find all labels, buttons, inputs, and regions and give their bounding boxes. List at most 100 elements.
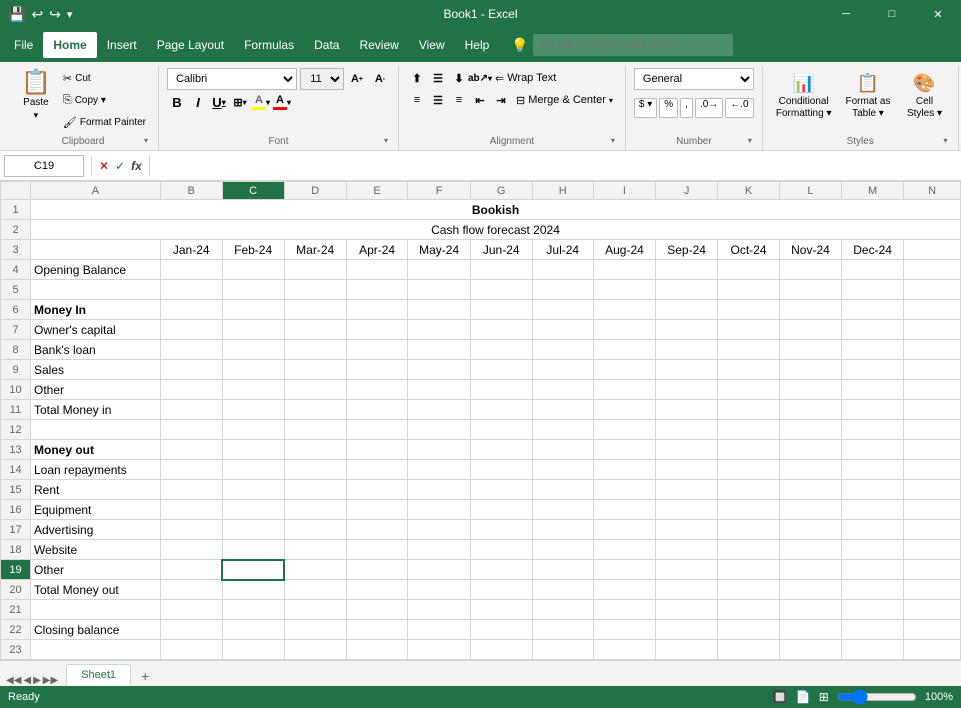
cell-I8[interactable] (593, 340, 655, 360)
insert-function-icon[interactable]: fx (131, 159, 142, 173)
cell-J9[interactable] (656, 360, 718, 380)
confirm-icon[interactable]: ✓ (115, 159, 125, 173)
redo-icon[interactable]: ↪ (49, 6, 61, 23)
cell-K23[interactable] (718, 640, 780, 660)
cell-L12[interactable] (779, 420, 841, 440)
cell-J8[interactable] (656, 340, 718, 360)
cell-E13[interactable] (346, 440, 408, 460)
nav-first-sheet[interactable]: ◀◀ (6, 675, 21, 686)
comma-button[interactable]: , (680, 98, 693, 118)
cell-L18[interactable] (779, 540, 841, 560)
cell-K17[interactable] (718, 520, 780, 540)
cell-K6[interactable] (718, 300, 780, 320)
cell-G22[interactable] (470, 620, 532, 640)
cell-I6[interactable] (593, 300, 655, 320)
cell-B13[interactable] (160, 440, 222, 460)
page-break-icon[interactable]: ⊞ (819, 690, 829, 704)
cell-B4[interactable] (160, 260, 222, 280)
cell-M17[interactable] (842, 520, 904, 540)
cell-J7[interactable] (656, 320, 718, 340)
cell-E17[interactable] (346, 520, 408, 540)
decrease-decimal-button[interactable]: ←.0 (725, 98, 753, 118)
cell-M6[interactable] (842, 300, 904, 320)
cell-M3[interactable]: Dec-24 (842, 240, 904, 260)
cell-N10[interactable] (904, 380, 961, 400)
cell-G13[interactable] (470, 440, 532, 460)
nav-next-sheet[interactable]: ▶ (33, 675, 41, 686)
cell-E20[interactable] (346, 580, 408, 600)
cell-F7[interactable] (408, 320, 470, 340)
cell-L15[interactable] (779, 480, 841, 500)
cell-I21[interactable] (593, 600, 655, 620)
cell-D15[interactable] (284, 480, 346, 500)
cell-N22[interactable] (904, 620, 961, 640)
number-format-dropdown[interactable]: General (634, 68, 754, 90)
cell-B14[interactable] (160, 460, 222, 480)
align-top-button[interactable]: ⬆ (407, 68, 427, 88)
align-center-button[interactable]: ☰ (428, 90, 448, 110)
cell-N9[interactable] (904, 360, 961, 380)
cell-E16[interactable] (346, 500, 408, 520)
cell-F6[interactable] (408, 300, 470, 320)
cell-B21[interactable] (160, 600, 222, 620)
cell-K22[interactable] (718, 620, 780, 640)
cell-A17[interactable]: Advertising (31, 520, 161, 540)
cell-G4[interactable] (470, 260, 532, 280)
cell-D18[interactable] (284, 540, 346, 560)
cell-K14[interactable] (718, 460, 780, 480)
cell-E11[interactable] (346, 400, 408, 420)
cell-D5[interactable] (284, 280, 346, 300)
row-header-14[interactable]: 14 (1, 460, 31, 480)
cell-M11[interactable] (842, 400, 904, 420)
decrease-font-button[interactable]: A- (370, 69, 390, 89)
cell-D6[interactable] (284, 300, 346, 320)
cell-M23[interactable] (842, 640, 904, 660)
cell-H4[interactable] (532, 260, 593, 280)
font-size-dropdown[interactable]: 11 (300, 68, 344, 90)
cell-M9[interactable] (842, 360, 904, 380)
cell-A19[interactable]: Other (31, 560, 161, 580)
cell-E6[interactable] (346, 300, 408, 320)
cell-N8[interactable] (904, 340, 961, 360)
cell-C23[interactable] (222, 640, 284, 660)
cell-J14[interactable] (656, 460, 718, 480)
cell-J4[interactable] (656, 260, 718, 280)
cell-I19[interactable] (593, 560, 655, 580)
cell-C17[interactable] (222, 520, 284, 540)
cell-K11[interactable] (718, 400, 780, 420)
cell-B9[interactable] (160, 360, 222, 380)
row-header-2[interactable]: 2 (1, 220, 31, 240)
format-table-button[interactable]: 📋 Format asTable ▾ (840, 68, 895, 124)
italic-button[interactable]: I (188, 92, 208, 112)
cell-C21[interactable] (222, 600, 284, 620)
cell-F8[interactable] (408, 340, 470, 360)
row-header-10[interactable]: 10 (1, 380, 31, 400)
cell-E14[interactable] (346, 460, 408, 480)
cell-E12[interactable] (346, 420, 408, 440)
cell-G18[interactable] (470, 540, 532, 560)
row-header-9[interactable]: 9 (1, 360, 31, 380)
cell-N13[interactable] (904, 440, 961, 460)
indent-dec-button[interactable]: ⇤ (470, 90, 490, 110)
cell-B12[interactable] (160, 420, 222, 440)
cell-L5[interactable] (779, 280, 841, 300)
cell-J21[interactable] (656, 600, 718, 620)
cell-H3[interactable]: Jul-24 (532, 240, 593, 260)
row-header-17[interactable]: 17 (1, 520, 31, 540)
cell-J11[interactable] (656, 400, 718, 420)
cell-G3[interactable]: Jun-24 (470, 240, 532, 260)
menu-page-layout[interactable]: Page Layout (147, 32, 234, 58)
cell-F22[interactable] (408, 620, 470, 640)
cell-F14[interactable] (408, 460, 470, 480)
cell-J13[interactable] (656, 440, 718, 460)
cell-I20[interactable] (593, 580, 655, 600)
cell-J16[interactable] (656, 500, 718, 520)
col-header-H[interactable]: H (532, 182, 593, 200)
row-header-20[interactable]: 20 (1, 580, 31, 600)
cell-B17[interactable] (160, 520, 222, 540)
cancel-icon[interactable]: ✕ (99, 159, 109, 173)
cell-M4[interactable] (842, 260, 904, 280)
undo-icon[interactable]: ↩ (31, 6, 43, 23)
col-header-J[interactable]: J (656, 182, 718, 200)
conditional-formatting-button[interactable]: 📊 ConditionalFormatting ▾ (771, 68, 837, 124)
